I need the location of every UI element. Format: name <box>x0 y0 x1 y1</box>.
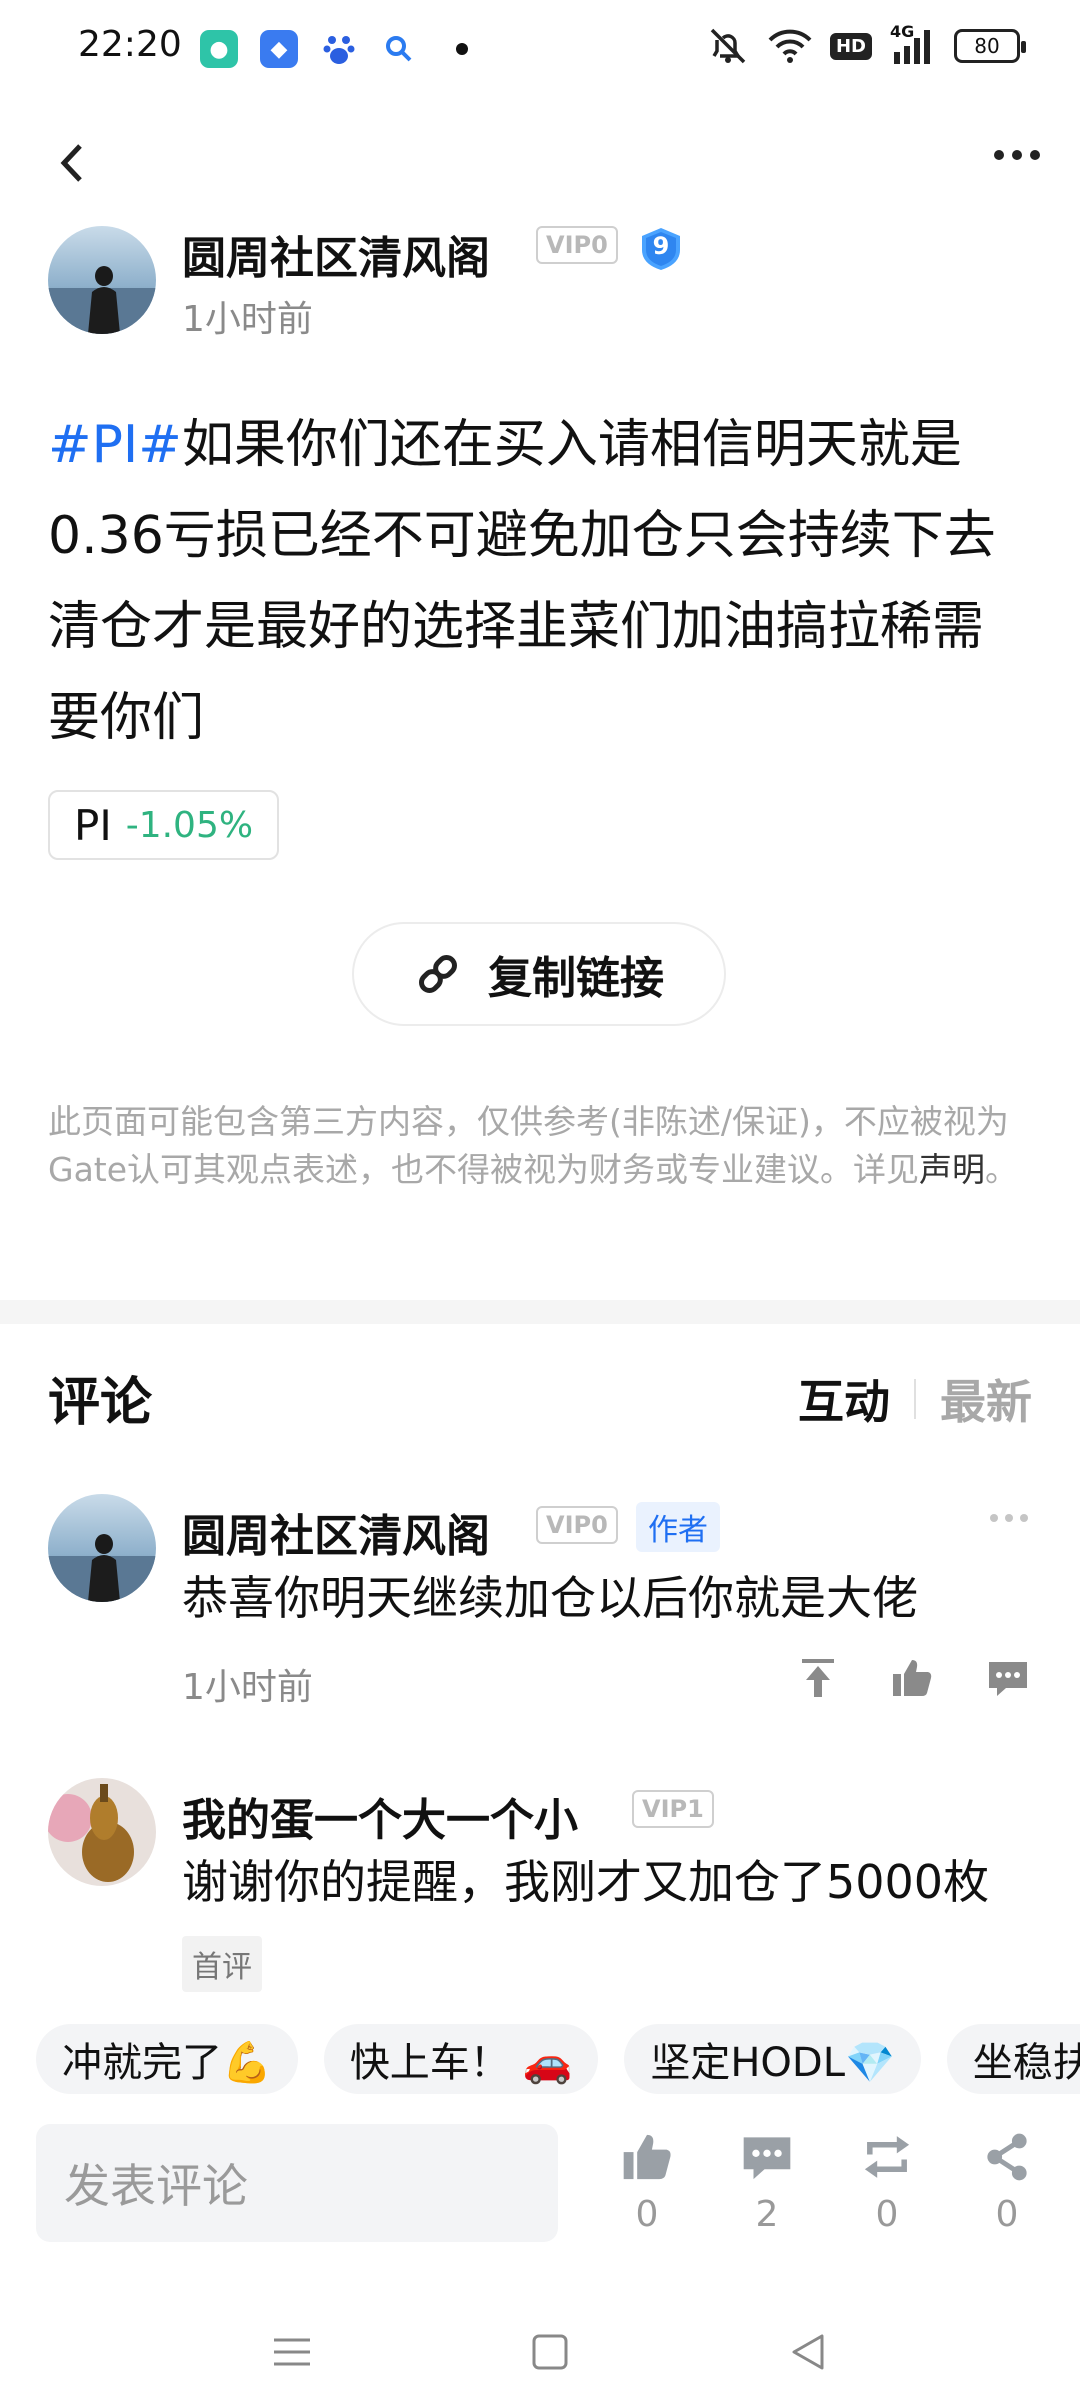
share-count: 0 <box>995 2194 1019 2235</box>
network-label: 4G <box>890 22 915 41</box>
tab-separator <box>914 1379 916 1419</box>
tab-interaction[interactable]: 互动 <box>798 1366 890 1432</box>
level-badge: 9 <box>638 226 684 272</box>
comment-text: 谢谢你的提醒，我刚才又加仓了5000枚 <box>182 1855 990 1909</box>
more-dot <box>1030 150 1040 160</box>
back-button[interactable] <box>52 138 92 188</box>
repost-count: 0 <box>875 2194 899 2235</box>
comment-reply-button[interactable] <box>986 1656 1030 1700</box>
ticker-symbol: PI <box>74 800 112 850</box>
comment-avatar[interactable] <box>48 1778 156 1886</box>
quick-reply-chip[interactable]: 坐稳扶 <box>946 2024 1080 2094</box>
more-dot <box>1020 1514 1028 1522</box>
status-time: 22:20 <box>78 24 182 65</box>
copy-link-button[interactable]: 复制链接 <box>352 922 726 1026</box>
repost-icon <box>864 2136 910 2178</box>
comment-button[interactable]: 2 <box>722 2130 812 2235</box>
disclaimer-body: 此页面可能包含第三方内容，仅供参考(非陈述/保证)，不应被视为Gate认可其观点… <box>48 1102 1009 1189</box>
comment-sort-tabs: 互动 最新 <box>798 1366 1032 1432</box>
comment-author-name[interactable]: 我的蛋一个大一个小 <box>182 1784 578 1848</box>
post-text: 如果你们还在买入请相信明天就是0.36亏损已经不可避免加仓只会持续下去清仓才是最… <box>48 415 996 748</box>
link-icon <box>419 955 457 993</box>
section-divider <box>0 1300 1080 1324</box>
message-icon <box>743 2137 791 2180</box>
thumbs-up-icon <box>893 1660 932 1696</box>
pin-top-button[interactable] <box>796 1656 840 1700</box>
home-button[interactable] <box>528 2330 572 2374</box>
quick-replies: 冲就完了💪 快上车！ 🚗 坚定HODL💎 坐稳扶 <box>36 2024 1080 2094</box>
comment-avatar[interactable] <box>48 1494 156 1602</box>
like-button[interactable]: 0 <box>602 2130 692 2235</box>
copy-link-label: 复制链接 <box>488 953 664 1004</box>
message-icon <box>989 1662 1027 1696</box>
comment-vip-badge: VIP0 <box>536 1506 618 1544</box>
ticker-chip[interactable]: PI -1.05% <box>48 790 280 860</box>
quick-reply-chip[interactable]: 坚定HODL💎 <box>624 2024 921 2094</box>
author-tag: 作者 <box>636 1502 720 1552</box>
share-icon <box>987 2133 1027 2181</box>
chat-app-icon: ● <box>200 30 238 68</box>
post-body: #PI#如果你们还在买入请相信明天就是0.36亏损已经不可避免加仓只会持续下去清… <box>48 400 1033 764</box>
author-avatar[interactable] <box>48 226 156 334</box>
comment-author-name[interactable]: 圆周社区清风阁 <box>182 1500 490 1564</box>
quick-reply-chip[interactable]: 冲就完了💪 <box>36 2024 298 2094</box>
system-nav-bar <box>0 2300 1080 2400</box>
notification-dot-icon <box>456 43 468 55</box>
author-vip-badge: VIP0 <box>536 226 618 264</box>
disclaimer-link[interactable]: 声明 <box>919 1150 985 1189</box>
comments-title: 评论 <box>48 1373 153 1433</box>
more-dot <box>1012 150 1022 160</box>
notes-app-icon: ◆ <box>260 30 298 68</box>
author-name[interactable]: 圆周社区清风阁 <box>182 222 490 286</box>
battery-icon: 80 <box>954 29 1026 63</box>
system-back-button[interactable] <box>786 2330 830 2374</box>
status-app-icons: ● ◆ <box>200 30 468 68</box>
baidu-app-icon <box>320 30 358 68</box>
square-icon <box>532 2334 568 2370</box>
more-dot <box>994 150 1004 160</box>
signal-icon: 4G <box>890 22 936 66</box>
comment-time: 1小时前 <box>182 1667 313 1708</box>
menu-icon <box>274 2338 310 2366</box>
hashtag-link[interactable]: #PI# <box>48 415 182 475</box>
comment-count: 2 <box>755 2194 779 2235</box>
tab-latest[interactable]: 最新 <box>940 1366 1032 1432</box>
disclaimer-end: 。 <box>985 1150 1019 1189</box>
like-count: 0 <box>635 2194 659 2235</box>
comment-text: 恭喜你明天继续加仓以后你就是大佬 <box>182 1571 918 1625</box>
level-number: 9 <box>652 232 670 260</box>
comment-more-button[interactable] <box>990 1514 1028 1522</box>
share-button[interactable]: 0 <box>962 2130 1052 2235</box>
status-right-icons: HD 4G 80 <box>706 22 1026 66</box>
repost-button[interactable]: 0 <box>842 2130 932 2235</box>
hd-label: HD <box>829 32 872 60</box>
comment-like-button[interactable] <box>890 1656 934 1700</box>
disclaimer-text: 此页面可能包含第三方内容，仅供参考(非陈述/保证)，不应被视为Gate认可其观点… <box>48 1098 1033 1194</box>
quick-reply-chip[interactable]: 快上车！ 🚗 <box>323 2024 599 2094</box>
hd-icon: HD <box>829 26 872 66</box>
status-bar: 22:20 ● ◆ HD 4G 80 <box>0 0 1080 96</box>
more-dot <box>1005 1514 1013 1522</box>
battery-level: 80 <box>974 34 1000 58</box>
recent-apps-button[interactable] <box>270 2330 314 2374</box>
triangle-back-icon <box>792 2334 824 2370</box>
chevron-left-icon <box>60 144 82 182</box>
pin-top-icon <box>802 1659 834 1697</box>
more-dot <box>990 1514 998 1522</box>
thumbs-up-icon <box>623 2134 671 2180</box>
wifi-icon <box>768 26 812 66</box>
comment-vip-badge: VIP1 <box>632 1790 714 1828</box>
comment-input[interactable]: 发表评论 <box>36 2124 558 2242</box>
first-comment-tag: 首评 <box>182 1936 262 1992</box>
ticker-change: -1.05% <box>125 804 254 846</box>
more-options-button[interactable] <box>994 150 1040 160</box>
search-app-icon <box>380 30 418 68</box>
mute-icon <box>706 26 750 66</box>
post-time: 1小时前 <box>182 299 313 340</box>
